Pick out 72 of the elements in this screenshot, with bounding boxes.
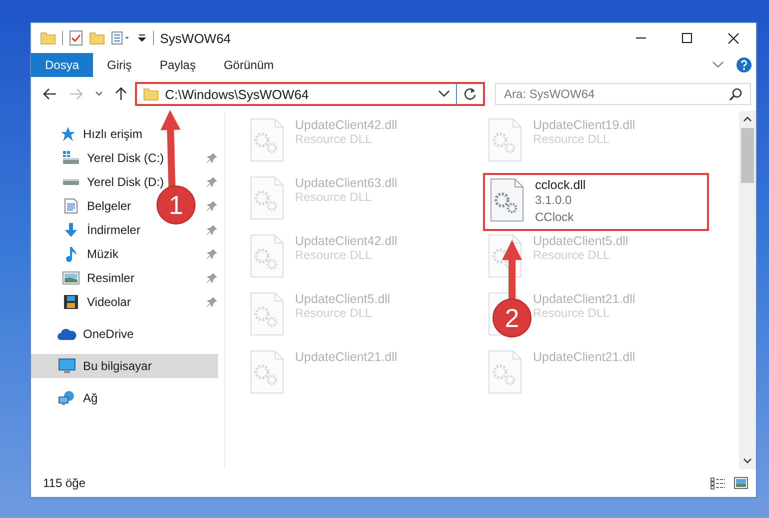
expand-ribbon-icon[interactable] — [712, 61, 724, 69]
star-icon — [59, 126, 75, 142]
sidebar-item[interactable]: Belgeler — [31, 194, 136, 218]
window-title: SysWOW64 — [160, 30, 231, 46]
ribbon-tab[interactable]: Giriş — [93, 53, 146, 77]
dll-file-icon — [489, 178, 525, 222]
sidebar-item[interactable]: Yerel Disk (D:) — [31, 170, 168, 194]
network-icon — [58, 390, 76, 406]
dropdown-caret-icon[interactable] — [438, 90, 450, 98]
address-field[interactable]: C:\Windows\SysWOW64 — [135, 82, 485, 106]
sidebar-item[interactable]: Ağ — [31, 386, 102, 410]
close-icon — [728, 32, 738, 44]
sidebar-item[interactable]: Videolar — [31, 290, 135, 314]
dll-file-icon — [249, 350, 285, 394]
monitor-icon — [58, 358, 76, 374]
search-field[interactable]: Ara: SysWOW64 — [495, 83, 751, 105]
scroll-up-icon[interactable] — [743, 116, 752, 122]
help-icon[interactable] — [736, 57, 752, 73]
file-name[interactable]: cclock.dll — [535, 178, 586, 192]
item-count: 115 öğe — [43, 476, 86, 490]
sidebar-item[interactable]: İndirmeler — [31, 218, 144, 242]
sidebar-item[interactable]: Bu bilgisayar — [31, 354, 218, 378]
drive-icon — [62, 178, 80, 186]
back-arrow-icon[interactable] — [43, 88, 57, 100]
step-badge — [492, 298, 532, 338]
pin-icon[interactable] — [206, 152, 218, 164]
dll-file-icon — [249, 118, 285, 162]
pin-icon[interactable] — [206, 248, 218, 260]
dll-file-icon — [249, 176, 285, 220]
scroll-down-icon[interactable] — [743, 458, 752, 464]
pin-icon[interactable] — [206, 176, 218, 188]
file-detail: CClock — [535, 209, 575, 226]
drive-icon — [62, 150, 80, 166]
ribbon-tab[interactable]: Görünüm — [210, 53, 288, 77]
download-arrow-icon — [63, 222, 79, 238]
sidebar-item[interactable]: OneDrive — [31, 322, 138, 346]
file-detail: 3.1.0.0 — [535, 192, 573, 209]
up-arrow-icon[interactable] — [115, 87, 127, 101]
step-number: 2 — [504, 303, 520, 333]
dll-file-icon — [487, 350, 523, 394]
pin-icon[interactable] — [206, 272, 218, 284]
sidebar-item[interactable]: Resimler — [31, 266, 138, 290]
scrollbar[interactable] — [739, 111, 756, 469]
dll-file-icon — [487, 118, 523, 162]
pin-icon[interactable] — [206, 224, 218, 236]
film-icon — [63, 294, 79, 310]
dll-file-icon — [249, 234, 285, 278]
pin-icon[interactable] — [206, 200, 218, 212]
pin-icon[interactable] — [206, 296, 218, 308]
minimize-icon — [636, 37, 646, 39]
picture-icon — [62, 270, 80, 286]
refresh-icon[interactable] — [463, 87, 477, 101]
large-icons-view-icon[interactable] — [734, 477, 748, 489]
ribbon-tab[interactable]: Paylaş — [146, 53, 210, 77]
document-icon — [63, 198, 79, 214]
maximize-icon — [682, 33, 692, 43]
ribbon-tab[interactable]: Dosya — [31, 53, 94, 77]
music-note-icon — [63, 246, 79, 262]
step-number: 1 — [168, 190, 184, 220]
sidebar-item[interactable]: Yerel Disk (C:) — [31, 146, 168, 170]
sidebar-item[interactable]: Hızlı erişim — [31, 122, 146, 146]
dll-file-icon — [249, 292, 285, 336]
folder-icon — [143, 87, 159, 101]
details-view-icon[interactable] — [710, 476, 726, 490]
checklist-icon[interactable] — [69, 30, 83, 46]
properties-icon[interactable] — [111, 31, 131, 45]
cloud-icon — [57, 327, 77, 341]
customize-arrow-icon[interactable] — [137, 32, 147, 44]
scroll-thumb[interactable] — [741, 128, 754, 183]
search-icon[interactable] — [729, 88, 742, 101]
sidebar-item[interactable]: Müzik — [31, 242, 122, 266]
recent-caret-icon[interactable] — [95, 91, 103, 97]
